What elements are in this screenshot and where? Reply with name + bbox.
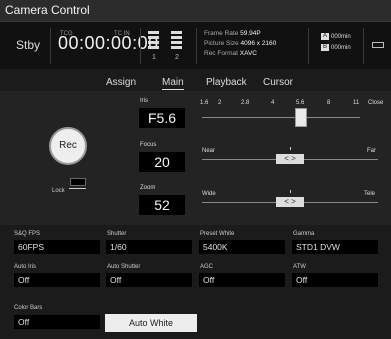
lock-indicator-line [69,188,86,189]
iris-scale-4: 4 [271,100,275,106]
gamma-value[interactable]: STD1 DVW [292,240,378,254]
auto-white-button[interactable]: Auto White [105,314,197,332]
color-bars-value[interactable]: Off [14,315,100,329]
title-bar: Camera Control [0,0,391,22]
tab-cursor[interactable]: Cursor [263,77,293,88]
shutter-value[interactable]: 1/60 [106,240,192,254]
iris-scale-2-8: 2.8 [241,100,250,106]
preset-white-label: Preset White [200,231,235,237]
main-panel: Rec Lock Iris F5.6 1.6 2 2.8 4 5.6 8 11 … [0,91,391,225]
iris-scale-1-6: 1.6 [200,100,209,106]
preset-white-value[interactable]: 5400K [199,240,285,254]
iris-scale-5-6: 5.6 [296,100,305,106]
sq-fps-value[interactable]: 60FPS [14,240,100,254]
iris-value[interactable]: F5.6 [139,108,185,128]
atw-label: ATW [293,264,306,270]
divider [196,28,197,64]
battery-icon [372,42,384,48]
audio-ch2-label: 2 [175,54,179,61]
focus-value[interactable]: 20 [139,152,185,172]
auto-shutter-value[interactable]: Off [106,273,192,287]
rec-format-info: Rec Format XAVC [204,50,257,57]
auto-shutter-label: Auto Shutter [107,264,141,270]
audio-ch1-label: 1 [152,54,156,61]
zoom-nav-control[interactable]: < > [276,197,304,207]
agc-value[interactable]: Off [199,273,285,287]
zoom-label: Zoom [140,185,156,191]
tab-main[interactable]: Main [162,77,184,90]
media-a-info: A 000min [321,33,351,41]
auto-iris-value[interactable]: Off [14,273,100,287]
tab-bar: Assign Main Playback Cursor [0,73,391,91]
focus-near-label: Near [202,148,216,154]
focus-label: Focus [140,142,157,148]
zoom-value[interactable]: 52 [139,195,185,215]
picture-size-info: Picture Size 4096 x 2160 [204,40,277,47]
divider [308,28,309,64]
agc-label: AGC [200,264,214,270]
focus-tick [290,147,291,150]
window-title: Camera Control [5,3,90,17]
audio-meter-ch2 [171,31,182,51]
divider [50,28,51,64]
lock-switch[interactable] [70,178,86,186]
zoom-tele-label: Tele [364,191,376,197]
status-bar: Stby TCG TC IN 00:00:00:00 1 2 Frame Rat… [0,22,391,69]
timecode-display: 00:00:00:00 [58,33,159,53]
audio-meter-ch1 [148,31,159,51]
iris-scale-11: 11 [353,100,360,106]
shutter-label: Shutter [107,231,127,237]
iris-slider-knob[interactable] [295,108,307,127]
iris-close-label: Close [368,100,384,106]
media-b-info: B 000min [321,44,351,52]
standby-status: Stby [16,38,41,52]
frame-rate-info: Frame Rate 59.94P [204,30,261,37]
iris-scale-8: 8 [327,100,331,106]
color-bars-label: Color Bars [14,305,43,311]
atw-value[interactable]: Off [292,273,378,287]
iris-slider-track[interactable] [202,117,360,118]
gamma-label: Gamma [293,231,315,237]
zoom-wide-label: Wide [202,191,216,197]
tab-assign[interactable]: Assign [106,77,136,88]
sq-fps-label: S&Q FPS [14,231,41,237]
iris-label: Iris [140,98,148,104]
focus-nav-control[interactable]: < > [276,154,304,164]
divider [140,28,141,64]
zoom-tick [290,190,291,193]
iris-scale-2: 2 [218,100,222,106]
divider [363,28,364,64]
auto-iris-label: Auto Iris [14,264,37,270]
focus-far-label: Far [367,148,376,154]
lock-label: Lock [52,188,65,194]
tab-playback[interactable]: Playback [206,77,247,88]
rec-button[interactable]: Rec [49,127,87,165]
